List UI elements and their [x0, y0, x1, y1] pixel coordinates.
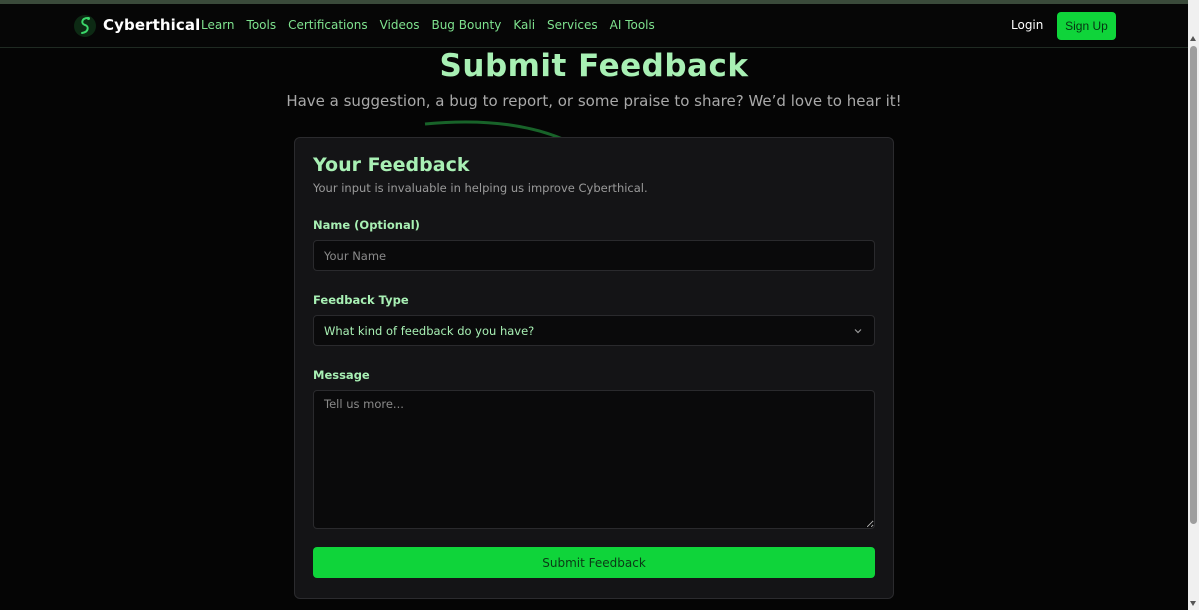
scrollbar-thumb[interactable]	[1190, 46, 1197, 524]
scroll-down-arrow-icon[interactable]	[1190, 601, 1196, 606]
nav-link-bug-bounty[interactable]: Bug Bounty	[431, 18, 501, 32]
page-subtitle: Have a suggestion, a bug to report, or s…	[286, 92, 902, 110]
nav-link-videos[interactable]: Videos	[380, 18, 420, 32]
login-link[interactable]: Login	[1011, 18, 1043, 32]
scrollbar[interactable]	[1188, 0, 1199, 610]
message-textarea[interactable]	[313, 390, 875, 529]
scroll-up-arrow-icon[interactable]	[1190, 36, 1196, 41]
chevron-down-icon	[854, 329, 862, 334]
navbar: Cyberthical Learn Tools Certifications V…	[0, 4, 1188, 48]
feedback-type-selected: What kind of feedback do you have?	[324, 323, 535, 338]
feedback-type-label: Feedback Type	[313, 293, 409, 307]
nav-link-kali[interactable]: Kali	[513, 18, 535, 32]
brand-name[interactable]: Cyberthical	[103, 16, 200, 34]
name-label: Name (Optional)	[313, 218, 420, 232]
feedback-type-select[interactable]: What kind of feedback do you have?	[313, 315, 875, 346]
card-subtitle: Your input is invaluable in helping us i…	[313, 181, 648, 195]
submit-feedback-button[interactable]: Submit Feedback	[313, 547, 875, 578]
signup-button[interactable]: Sign Up	[1057, 12, 1116, 40]
snake-logo-icon[interactable]	[73, 13, 97, 39]
name-input[interactable]	[313, 240, 875, 271]
nav-link-certifications[interactable]: Certifications	[288, 18, 367, 32]
nav-link-learn[interactable]: Learn	[201, 18, 235, 32]
nav-link-services[interactable]: Services	[547, 18, 598, 32]
nav-link-ai-tools[interactable]: AI Tools	[610, 18, 655, 32]
page-title: Submit Feedback	[439, 48, 749, 84]
nav-links: Learn Tools Certifications Videos Bug Bo…	[201, 18, 655, 32]
nav-link-tools[interactable]: Tools	[247, 18, 277, 32]
card-title: Your Feedback	[313, 154, 470, 176]
feedback-card: Your Feedback Your input is invaluable i…	[294, 137, 894, 599]
message-label: Message	[313, 368, 370, 382]
